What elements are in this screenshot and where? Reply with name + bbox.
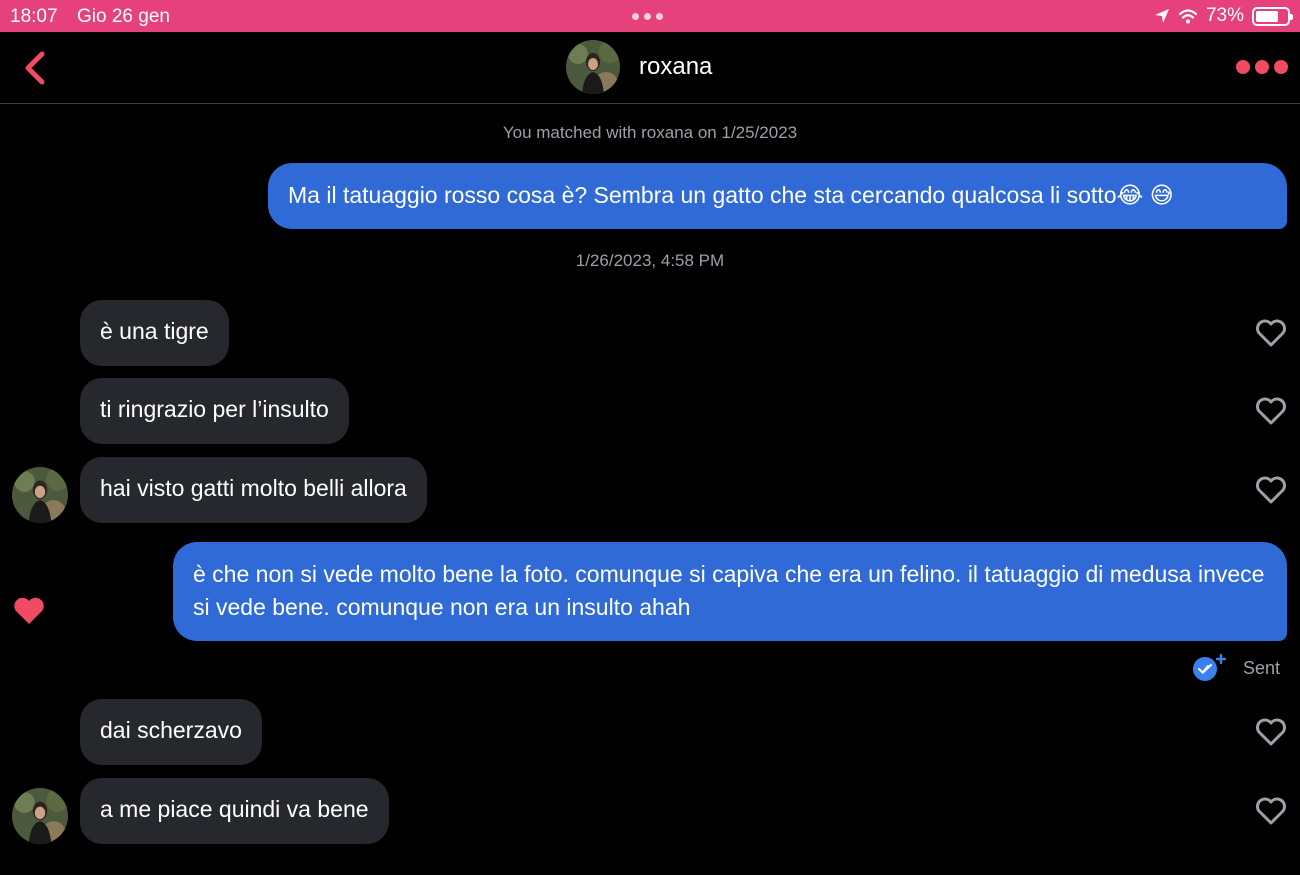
- wifi-icon: [1178, 9, 1198, 24]
- message-bubble-incoming[interactable]: hai visto gatti molto belli allora: [80, 457, 427, 523]
- heart-outline-icon[interactable]: [1255, 717, 1287, 747]
- contact-name[interactable]: roxana: [639, 53, 712, 81]
- message-bubble-incoming[interactable]: dai scherzavo: [80, 699, 262, 765]
- contact-avatar-small[interactable]: [12, 788, 68, 844]
- battery-icon: [1252, 6, 1293, 26]
- location-arrow-icon: [1154, 9, 1169, 23]
- message-timestamp: 1/26/2023, 4:58 PM: [575, 251, 725, 270]
- contact-avatar[interactable]: [566, 40, 620, 94]
- chat-header: roxana: [0, 32, 1300, 104]
- delivery-status: Sent: [1191, 654, 1280, 682]
- heart-outline-icon[interactable]: [1255, 318, 1287, 348]
- sent-label: Sent: [1242, 657, 1280, 678]
- status-date: Gio 26 gen: [77, 6, 170, 27]
- multitasking-dots[interactable]: [632, 13, 663, 20]
- message-bubble-incoming[interactable]: a me piace quindi va bene: [80, 778, 389, 844]
- message-bubble-outgoing[interactable]: è che non si vede molto bene la foto. co…: [173, 542, 1287, 641]
- battery-percentage: 73%: [1205, 5, 1244, 26]
- heart-outline-icon[interactable]: [1255, 796, 1287, 826]
- message-bubble-incoming[interactable]: ti ringrazio per l’insulto: [80, 378, 349, 444]
- back-chevron-icon[interactable]: [20, 49, 50, 87]
- more-options-icon[interactable]: [1236, 60, 1288, 74]
- status-bar: 18:07 Gio 26 gen 73%: [0, 0, 1300, 32]
- message-bubble-outgoing[interactable]: Ma il tatuaggio rosso cosa è? Sembra un …: [268, 163, 1287, 229]
- status-time: 18:07: [10, 6, 58, 27]
- contact-avatar-small[interactable]: [12, 467, 68, 523]
- heart-outline-icon[interactable]: [1255, 396, 1287, 426]
- read-receipt-icon: [1192, 654, 1227, 681]
- heart-filled-icon[interactable]: [13, 596, 45, 626]
- heart-outline-icon[interactable]: [1255, 475, 1287, 505]
- match-notice: You matched with roxana on 1/25/2023: [502, 123, 798, 142]
- message-bubble-incoming[interactable]: è una tigre: [80, 300, 229, 366]
